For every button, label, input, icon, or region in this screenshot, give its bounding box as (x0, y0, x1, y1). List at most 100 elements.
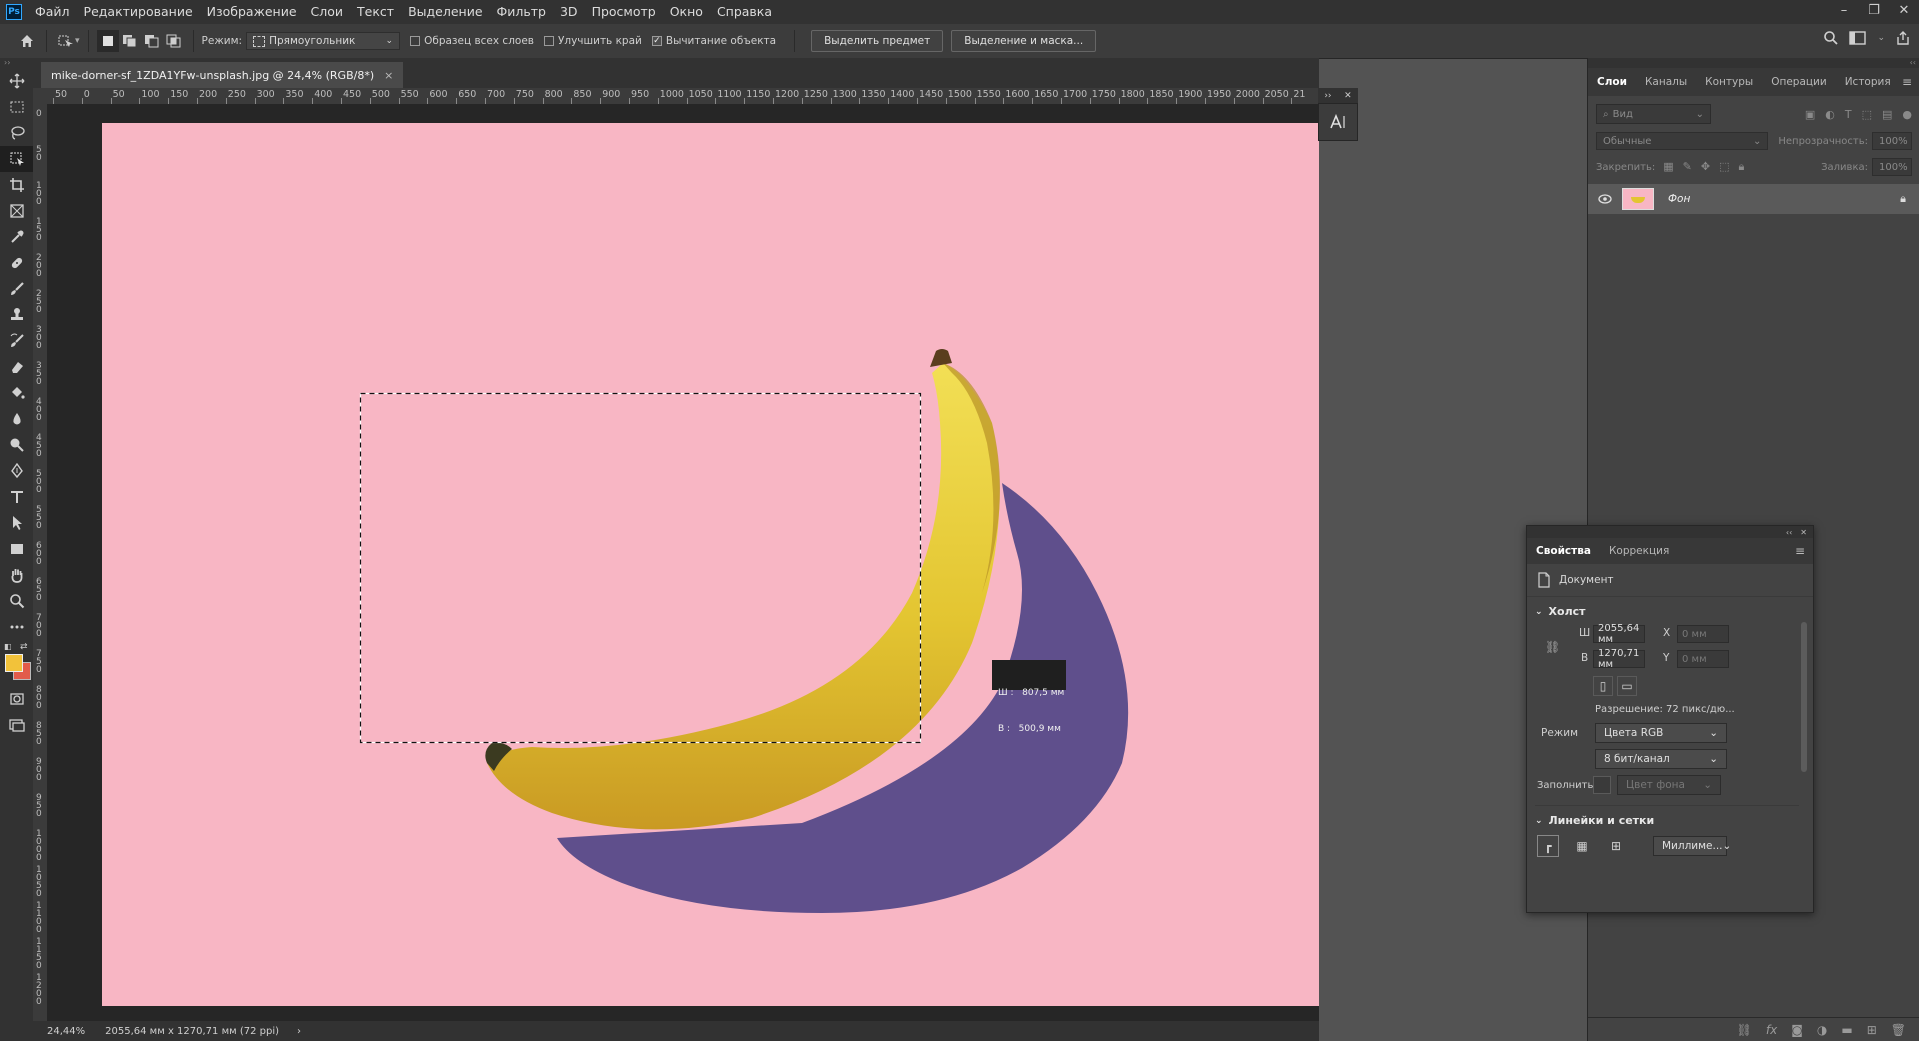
move-tool-icon[interactable] (0, 68, 33, 94)
delete-layer-icon[interactable]: 🗑︎ (1891, 1023, 1906, 1037)
opacity-input[interactable]: 100% (1872, 132, 1912, 150)
object-subtract-checkbox[interactable]: ✓ (651, 36, 662, 46)
tab-layers[interactable]: Слои (1588, 68, 1636, 96)
properties-scrollbar[interactable] (1801, 610, 1809, 880)
screen-mode-icon[interactable] (0, 712, 33, 738)
select-subject-button[interactable]: Выделить предмет (811, 30, 944, 52)
expand-mini-panel-icon[interactable]: ›› (1324, 91, 1331, 101)
filter-type-icon[interactable]: T (1845, 108, 1852, 121)
new-selection-icon[interactable] (96, 30, 119, 52)
layer-lock-icon[interactable]: 🔒︎ (1900, 192, 1906, 206)
menu-3d[interactable]: 3D (553, 0, 585, 24)
chevron-down-icon[interactable]: ⌄ (1877, 33, 1885, 43)
menu-image[interactable]: Изображение (200, 0, 304, 24)
workspace-icon[interactable] (1849, 30, 1867, 46)
lock-image-icon[interactable]: ✎ (1683, 160, 1692, 174)
document-tab[interactable]: mike-dorner-sf_1ZDA1YFw-unsplash.jpg @ 2… (41, 62, 404, 88)
menu-select[interactable]: Выделение (401, 0, 489, 24)
filter-shape-icon[interactable]: ⬚ (1862, 108, 1872, 121)
home-icon[interactable] (16, 30, 38, 52)
layer-name[interactable]: Фон (1668, 193, 1690, 205)
crop-tool-icon[interactable] (0, 172, 33, 198)
visibility-eye-icon[interactable] (1598, 194, 1612, 204)
landscape-orientation-icon[interactable]: ▭ (1617, 676, 1637, 696)
more-tools-icon[interactable] (0, 614, 33, 640)
canvas-area[interactable]: Ш : 807,5 мм В : 500,9 мм (47, 105, 1319, 1021)
history-brush-icon[interactable] (0, 328, 33, 354)
lock-artboard-icon[interactable]: ⬚ (1719, 160, 1729, 174)
path-selection-icon[interactable] (0, 510, 33, 536)
type-tool-icon[interactable] (0, 484, 33, 510)
menu-edit[interactable]: Редактирование (77, 0, 200, 24)
sample-all-layers-checkbox[interactable] (410, 36, 421, 46)
select-and-mask-button[interactable]: Выделение и маска... (951, 30, 1097, 52)
tab-properties[interactable]: Свойства (1527, 537, 1600, 565)
fill-color-swatch[interactable] (1593, 776, 1611, 794)
brush-tool-icon[interactable] (0, 276, 33, 302)
character-panel-icon[interactable] (1318, 103, 1358, 141)
foreground-color-swatch[interactable] (5, 654, 23, 672)
dodge-tool-icon[interactable] (0, 432, 33, 458)
layer-row-background[interactable]: Фон 🔒︎ (1588, 184, 1919, 214)
rectangular-marquee-icon[interactable] (0, 94, 33, 120)
restore-button[interactable]: ❐ (1859, 0, 1889, 24)
tab-paths[interactable]: Контуры (1696, 68, 1762, 96)
hand-tool-icon[interactable] (0, 562, 33, 588)
eraser-tool-icon[interactable] (0, 354, 33, 380)
blend-mode-select[interactable]: Обычные ⌄ (1596, 132, 1769, 150)
new-layer-icon[interactable]: ⊞ (1867, 1023, 1877, 1037)
status-menu-arrow[interactable]: › (297, 1026, 301, 1037)
clone-stamp-icon[interactable] (0, 302, 33, 328)
photoshop-logo-icon[interactable]: Ps (6, 4, 22, 20)
canvas-height-input[interactable]: 1270,71 мм (1593, 648, 1645, 670)
tab-adjustments[interactable]: Коррекция (1600, 537, 1678, 565)
units-select[interactable]: Миллиме... ⌄ (1653, 836, 1731, 856)
tool-preset-icon[interactable] (55, 30, 77, 52)
share-icon[interactable] (1895, 30, 1911, 46)
rulers-toggle-icon[interactable]: ┏ (1537, 835, 1559, 857)
tab-channels[interactable]: Каналы (1636, 68, 1696, 96)
canvas-y-input[interactable]: 0 мм (1677, 650, 1729, 668)
menu-filter[interactable]: Фильтр (490, 0, 553, 24)
filter-smart-object-icon[interactable]: ▤ (1882, 108, 1892, 121)
filter-toggle-icon[interactable]: ● (1902, 108, 1912, 121)
grid-toggle-icon[interactable]: ▦ (1571, 835, 1593, 857)
filter-pixel-icon[interactable]: ▣ (1805, 108, 1815, 121)
blur-tool-icon[interactable] (0, 406, 33, 432)
pen-tool-icon[interactable] (0, 458, 33, 484)
canvas-x-input[interactable]: 0 мм (1677, 625, 1729, 643)
close-panel-icon[interactable]: ✕ (1800, 528, 1807, 537)
menu-help[interactable]: Справка (710, 0, 779, 24)
layers-filter-select[interactable]: ⌕ Вид ⌄ (1596, 104, 1711, 124)
link-layers-icon[interactable]: ⛓ (1737, 1023, 1752, 1037)
lasso-tool-icon[interactable] (0, 120, 33, 146)
vertical-ruler[interactable]: 0 50 100 150 200 250 300 350 400 450 500 550 600 650 7… (33, 104, 48, 1021)
canvas-width-input[interactable]: 2055,64 мм (1593, 623, 1645, 645)
scrollbar-thumb[interactable] (1801, 622, 1807, 772)
fill-select[interactable]: Цвет фона ⌄ (1617, 775, 1721, 795)
enhance-edge-checkbox[interactable] (543, 36, 554, 46)
add-selection-icon[interactable] (119, 30, 141, 52)
paint-bucket-icon[interactable] (0, 380, 33, 406)
close-mini-panel-icon[interactable]: ✕ (1344, 91, 1352, 101)
layer-style-icon[interactable]: fx (1766, 1023, 1777, 1037)
minimize-button[interactable]: – (1829, 0, 1859, 24)
lock-position-icon[interactable]: ✥ (1701, 160, 1710, 174)
search-icon[interactable] (1823, 30, 1839, 46)
lock-transparent-icon[interactable]: ▦ (1663, 160, 1673, 174)
canvas-section-header[interactable]: ⌄ Холст (1527, 597, 1813, 624)
menu-layers[interactable]: Слои (304, 0, 351, 24)
collapse-dock-icon[interactable]: ‹‹ (1588, 58, 1919, 68)
add-mask-icon[interactable]: ◙ (1791, 1023, 1803, 1037)
tab-history[interactable]: История (1836, 68, 1900, 96)
horizontal-ruler[interactable]: 50 0 50 100 150 200 250 300 350 400 450 500 550 600 65… (47, 88, 1319, 105)
mode-select[interactable]: Прямоугольник ⌄ (246, 32, 401, 50)
zoom-tool-icon[interactable] (0, 588, 33, 614)
filter-adjustment-icon[interactable]: ◐ (1825, 108, 1835, 121)
portrait-orientation-icon[interactable]: ▯ (1593, 676, 1613, 696)
lock-all-icon[interactable]: 🔒︎ (1738, 160, 1744, 174)
frame-tool-icon[interactable] (0, 198, 33, 224)
panel-menu-icon[interactable]: ≡ (1795, 544, 1805, 558)
quick-mask-icon[interactable] (0, 686, 33, 712)
collapse-toolbar-icon[interactable]: ›› (0, 58, 33, 68)
